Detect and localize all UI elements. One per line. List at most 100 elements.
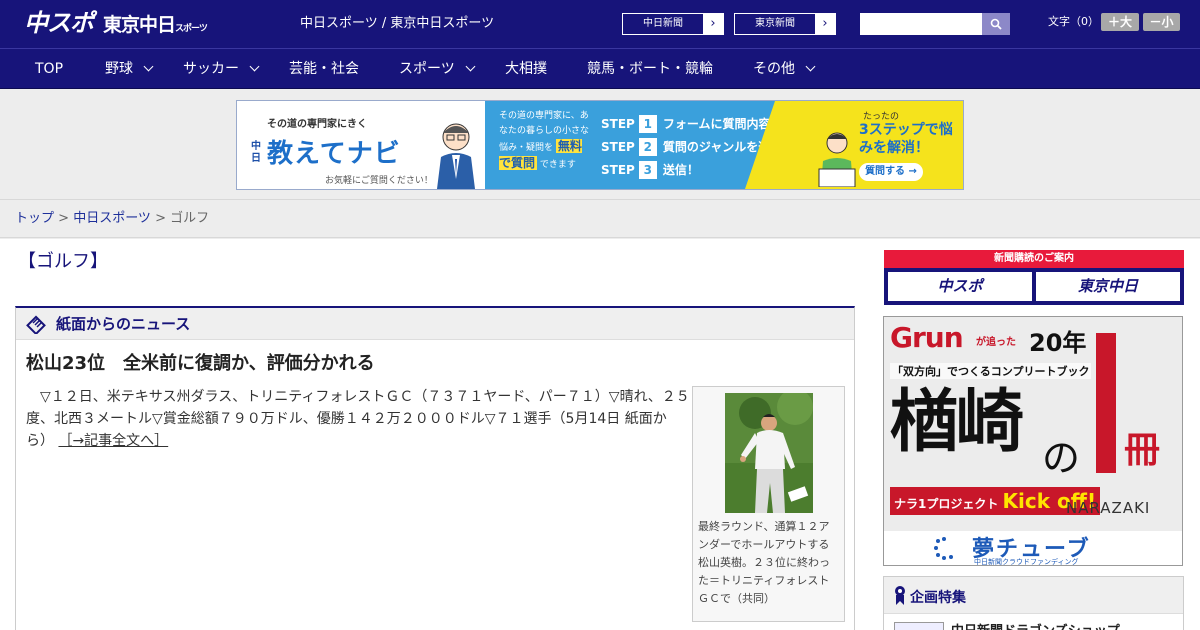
ad-band: その道の専門家にきく 中日 教えてナビ お気軽にご質問ください！ その道の専門家… (0, 90, 1200, 200)
nav-item-entertainment[interactable]: 芸能・社会 (289, 49, 359, 89)
news-panel-label: 紙面からのニュース (56, 315, 191, 333)
banner-right-big: 3ステップで悩みを解消！ (859, 122, 953, 156)
step-label: STEP (601, 117, 635, 131)
subscription-title[interactable]: 新聞購読のご案内 (884, 250, 1184, 268)
tokyo-link-button[interactable]: 東京新聞 › (734, 13, 836, 35)
site-logo[interactable]: 中スポ 東京中日スポーツ (24, 8, 208, 44)
subscribe-chuspo-button[interactable]: 中スポ (888, 272, 1032, 301)
news-panel: 紙面からのニュース 松山23位 全米前に復調か、評価分かれる ▽１２日、米テキサ… (15, 306, 855, 630)
font-smaller-button[interactable]: －小 (1143, 13, 1180, 31)
photo-caption: 最終ラウンド、通算１２アンダーでホールアウトする松山英樹。２３位に終わった＝トリ… (698, 520, 830, 605)
article-photo-box: 最終ラウンド、通算１２アンダーでホールアウトする松山英樹。２３位に終わった＝トリ… (692, 386, 845, 622)
subscription-title-text: 新聞購読のご案内 (994, 253, 1074, 264)
ad-no-char: の (1042, 436, 1081, 480)
step-label: STEP (601, 163, 635, 177)
step-text: 送信！ (662, 163, 699, 177)
subscribe-tokyo-button[interactable]: 東京中日 (1036, 272, 1180, 301)
logo-tiny: スポーツ (175, 24, 208, 34)
nav-item-baseball[interactable]: 野球 (105, 49, 154, 89)
ad-player-romaji: NARAZAKI (1066, 499, 1151, 517)
subscription-box: 新聞購読のご案内 中スポ 東京中日 (884, 250, 1184, 305)
banner-catch: その道の専門家にきく (267, 119, 367, 130)
nav-label: TOP (35, 61, 64, 77)
nav-item-racing[interactable]: 競馬・ボート・競輪 (587, 49, 713, 89)
arrow-right-icon: › (703, 14, 723, 34)
breadcrumb-bar: トップ > 中日スポーツ > ゴルフ (0, 200, 1200, 238)
nav-item-other[interactable]: その他 (753, 49, 816, 89)
nav-label: その他 (753, 61, 795, 77)
nav-item-top[interactable]: TOP (35, 49, 63, 89)
page-title: 【ゴルフ】 (18, 251, 108, 272)
nav-label: 大相撲 (505, 61, 547, 77)
chunichi-link-button[interactable]: 中日新聞 › (622, 13, 724, 35)
arrow-right-icon: › (815, 14, 835, 34)
step-number: 3 (638, 161, 657, 179)
nav-label: 芸能・社会 (289, 61, 359, 77)
banner-lead: その道の専門家に、あなたの暮らしの小さな悩み・疑問を 無料で質問 できます (499, 109, 591, 173)
font-size-label: 文字（0） (1048, 15, 1099, 28)
search-input[interactable] (860, 13, 982, 35)
ad-brand-sub: が追った (976, 337, 1016, 348)
chevron-down-icon (143, 61, 154, 72)
site-title[interactable]: 中日スポーツ / 東京中日スポーツ (300, 15, 494, 33)
ad-brand: Grun (890, 321, 964, 354)
banner-step-3: STEP 3 送信！ (601, 161, 699, 179)
feature-item[interactable]: 中日新聞ドラゴンズショップ (884, 613, 1183, 630)
news-panel-header: 紙面からのニュース (16, 308, 854, 340)
banner-brand: 教えてナビ (267, 139, 401, 169)
ad-player-name: 楢崎 (890, 383, 1024, 462)
nav-item-sports[interactable]: スポーツ (399, 49, 476, 89)
ad-satsu-char: 冊 (1124, 430, 1161, 471)
banner-divider (745, 101, 775, 189)
read-more-link[interactable]: ［→記事全文へ］ (58, 433, 168, 449)
logo-main: 中スポ (24, 9, 94, 37)
font-bigger-button[interactable]: ＋大 (1101, 13, 1139, 31)
chevron-down-icon (249, 61, 260, 72)
golfer-photo-image (725, 393, 813, 513)
breadcrumb-home-link[interactable]: トップ (15, 211, 54, 226)
ad-footer-sub: 中日新聞クラウドファンディング (974, 558, 1079, 566)
chunichi-link-label: 中日新聞 (643, 18, 683, 29)
nav-item-sumo[interactable]: 大相撲 (505, 49, 547, 89)
step-number: 1 (638, 115, 657, 133)
nav-label: 競馬・ボート・競輪 (587, 61, 713, 77)
step-number: 2 (638, 138, 657, 156)
breadcrumb: トップ > 中日スポーツ > ゴルフ (15, 210, 209, 228)
ribbon-icon (895, 586, 905, 605)
narazaki-crowdfunding-ad[interactable]: Grun が追った 20年 「双方向」でつくるコンプリートブック 楢崎 の 冊 … (883, 316, 1183, 566)
banner-steps-area: その道の専門家に、あなたの暮らしの小さな悩み・疑問を 無料で質問 できます ST… (485, 101, 806, 189)
nav-label: 野球 (105, 61, 133, 77)
banner-cta-button[interactable]: 質問する → (859, 163, 923, 181)
breadcrumb-section-link[interactable]: 中日スポーツ (73, 211, 151, 226)
ad-red-number-bar (1096, 333, 1116, 473)
tokyo-link-label: 東京新聞 (755, 18, 795, 29)
step-label: STEP (601, 140, 635, 154)
oshiete-navi-banner[interactable]: その道の専門家にきく 中日 教えてナビ お気軽にご質問ください！ その道の専門家… (236, 100, 964, 190)
nav-item-soccer[interactable]: サッカー (183, 49, 260, 89)
newspaper-icon (26, 315, 46, 334)
ad-footer: 夢チューブ 中日新聞クラウドファンディング (884, 531, 1182, 565)
ad-kick-prefix: ナラ1プロジェクト (894, 497, 999, 511)
user-laptop-illustration-icon (818, 132, 856, 187)
feature-title: 企画特集 (910, 590, 966, 606)
search-button[interactable] (982, 13, 1010, 35)
nav-label: サッカー (183, 61, 239, 77)
article-headline[interactable]: 松山23位 全米前に復調か、評価分かれる (26, 352, 375, 376)
banner-note: お気軽にご質問ください！ (325, 176, 433, 186)
article-photo[interactable] (725, 393, 813, 513)
ad-years: 20年 (1029, 329, 1087, 357)
feature-box: 企画特集 中日新聞ドラゴンズショップ (883, 576, 1184, 630)
article-body: ▽１２日、米テキサス州ダラス、トリニティフォレストＧＣ（７３７１ヤード、パー７１… (26, 386, 690, 452)
main-nav: TOP 野球 サッカー 芸能・社会 スポーツ 大相撲 競馬・ボート・競輪 その他 (0, 48, 1200, 89)
ad-bookline: 「双方向」でつくるコンプリートブック (890, 363, 1092, 379)
ad-photo-area: Grun が追った 20年 「双方向」でつくるコンプリートブック 楢崎 の 冊 … (884, 317, 1182, 531)
yume-tube-logo-icon (934, 537, 953, 560)
logo-sub: 東京中日 (103, 14, 176, 36)
feature-item-label: 中日新聞ドラゴンズショップ (951, 620, 1120, 630)
banner-brand-area: その道の専門家にきく 中日 教えてナビ お気軽にご質問ください！ (237, 101, 485, 189)
expert-illustration-icon (437, 123, 475, 189)
banner-lead-end: できます (539, 160, 576, 170)
banner-cta-area: たったの 3ステップで悩みを解消！ 質問する → (745, 101, 963, 189)
chevron-down-icon (465, 61, 476, 72)
feature-thumbnail (894, 622, 944, 630)
